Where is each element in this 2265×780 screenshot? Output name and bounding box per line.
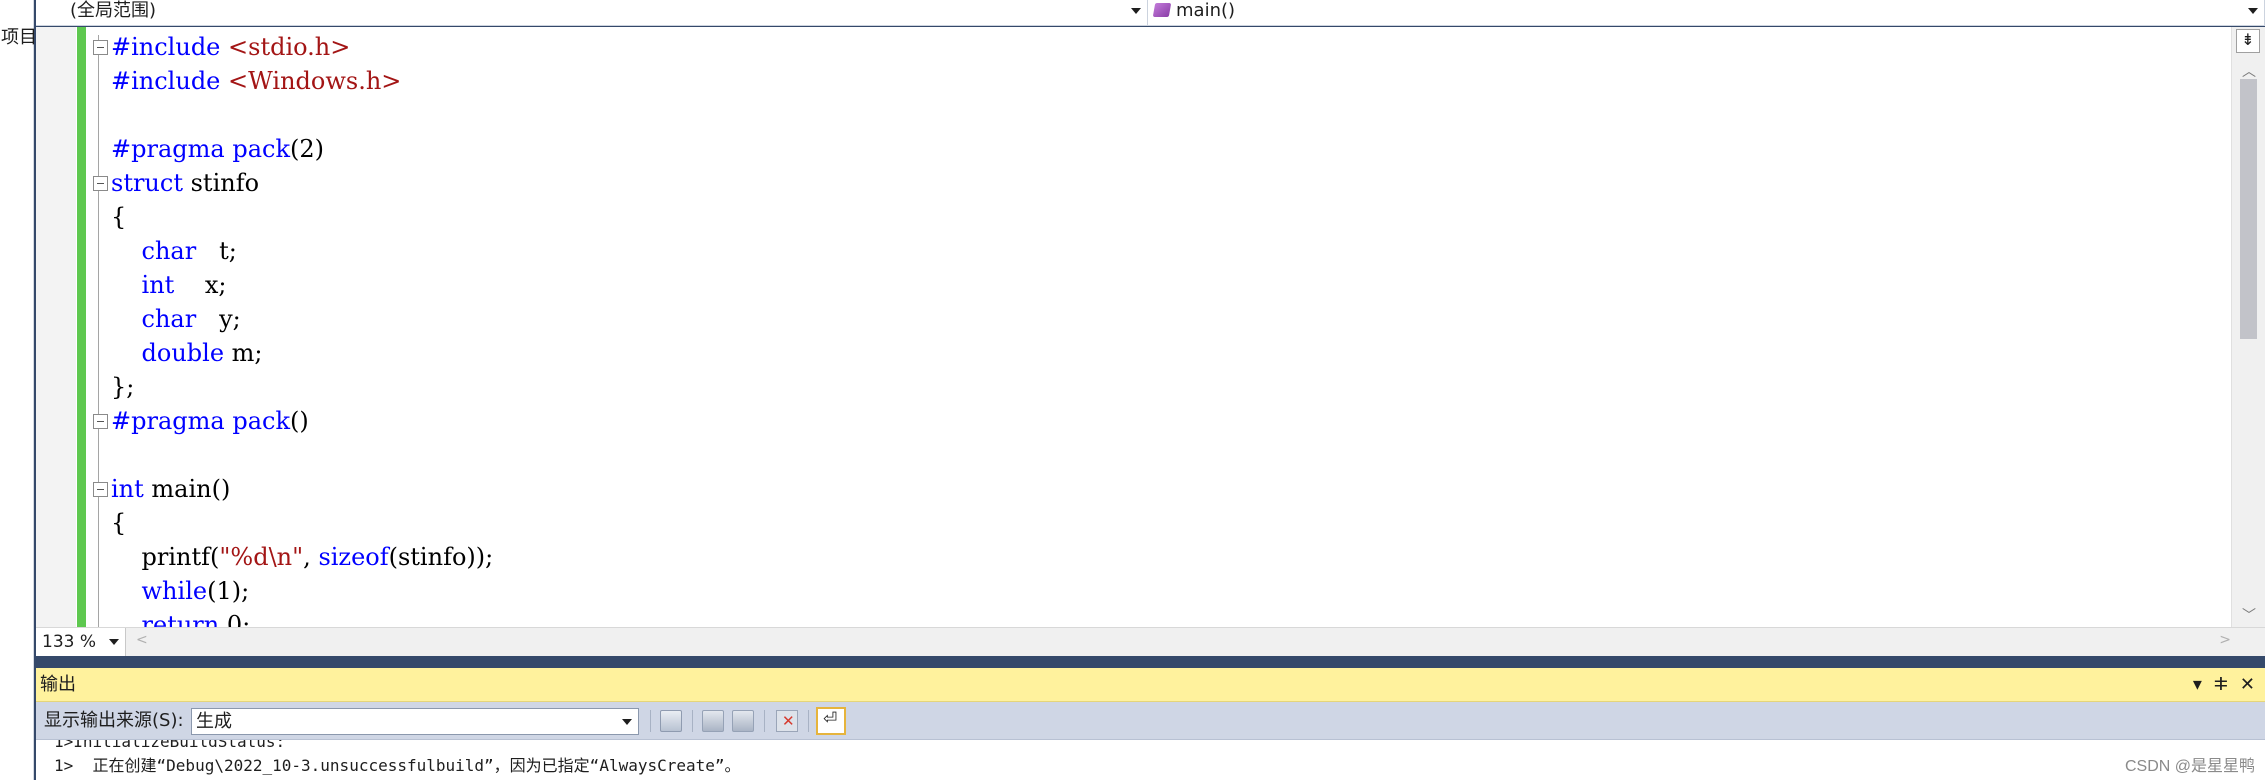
code-line: { (111, 203, 127, 231)
include-path: <stdio.h> (228, 33, 351, 61)
code-line: struct stinfo (93, 166, 2229, 200)
solution-explorer-strip: 项目 (0, 0, 34, 780)
method-icon (1152, 3, 1172, 17)
split-window-button[interactable]: ⇟ (2236, 29, 2260, 53)
collapse-icon[interactable] (93, 176, 108, 191)
indicator-margin (36, 27, 76, 634)
editor-status-bar: 133 % < > (36, 627, 2265, 656)
collapse-icon[interactable] (93, 414, 108, 429)
member-dropdown[interactable]: main() (1148, 0, 2265, 25)
next-message-icon[interactable] (732, 710, 754, 732)
scroll-down-icon[interactable]: ﹀ (2242, 605, 2256, 625)
include-path: <Windows.h> (228, 67, 402, 95)
output-line: 1>InitializeBuildStatus: (54, 740, 286, 751)
previous-message-icon[interactable] (702, 710, 724, 732)
output-title-bar[interactable]: 输出 ▾ ⵐ ✕ (36, 668, 2265, 702)
collapse-icon[interactable] (93, 40, 108, 55)
code-line: char y; (141, 305, 241, 333)
output-source-dropdown[interactable]: 生成 (191, 708, 639, 735)
code-line: }; (111, 373, 135, 401)
code-line: #pragma pack(2) (111, 135, 324, 163)
toolbar-separator (692, 710, 693, 732)
toolbar-separator (808, 710, 809, 732)
solution-explorer-tab[interactable]: 项目 (0, 24, 34, 52)
output-toolbar: 显示输出来源(S): 生成 (36, 702, 2265, 740)
scroll-right-icon[interactable]: > (2219, 632, 2231, 648)
code-line: { (111, 509, 127, 537)
pin-icon[interactable]: ⵐ (2214, 668, 2228, 702)
code-line: #include <stdio.h> (93, 30, 2229, 64)
chevron-down-icon (2248, 8, 2258, 14)
watermark: CSDN @是星星鸭 (2124, 758, 2255, 775)
find-message-icon[interactable] (660, 710, 682, 732)
code-line: int x; (141, 271, 227, 299)
code-line: #include <Windows.h> (111, 67, 402, 95)
outline-guide (98, 35, 99, 634)
scroll-up-icon[interactable]: ︿ (2242, 61, 2256, 81)
chevron-down-icon (109, 639, 119, 645)
output-title: 输出 (40, 674, 76, 695)
vertical-scrollbar[interactable]: ⇟ ︿ ﹀ (2231, 27, 2265, 634)
code-line: printf("%d\n", sizeof(stinfo)); (111, 543, 494, 571)
code-line: #pragma pack() (93, 404, 2229, 438)
output-source-label: 显示输出来源(S): (44, 710, 184, 731)
output-text-area[interactable]: 1>InitializeBuildStatus: 1> 正在创建“Debug\2… (36, 740, 2265, 780)
navigation-bar: (全局范围) main() (36, 0, 2265, 26)
code-line: char t; (141, 237, 237, 265)
output-source-value: 生成 (196, 711, 232, 732)
collapse-icon[interactable] (93, 482, 108, 497)
toolbar-separator (650, 710, 651, 732)
clear-all-icon[interactable] (776, 710, 798, 732)
output-line: 1> 正在创建“Debug\2022_10-3.unsuccessfulbuil… (54, 756, 741, 775)
toolbar-separator (764, 710, 765, 732)
window-position-icon[interactable]: ▾ (2193, 668, 2202, 702)
scope-dropdown[interactable]: (全局范围) (36, 0, 1148, 25)
zoom-level: 133 % (42, 632, 97, 652)
output-window: 输出 ▾ ⵐ ✕ 显示输出来源(S): 生成 1>InitializeBuild… (36, 668, 2265, 780)
close-icon[interactable]: ✕ (2240, 668, 2255, 702)
change-tracking-bar (77, 27, 86, 634)
chevron-down-icon (1131, 8, 1141, 14)
code-text-area[interactable]: #include <stdio.h> #include <Windows.h> … (93, 30, 2229, 634)
code-line: while(1); (141, 577, 250, 605)
split-icon: ⇟ (2241, 30, 2255, 49)
scope-dropdown-label: (全局范围) (70, 0, 157, 21)
code-editor[interactable]: #include <stdio.h> #include <Windows.h> … (36, 27, 2265, 634)
chevron-down-icon (622, 719, 632, 725)
scrollbar-thumb[interactable] (2240, 79, 2257, 339)
code-line: int main() (93, 472, 2229, 506)
code-line: double m; (141, 339, 263, 367)
output-title-buttons: ▾ ⵐ ✕ (2193, 668, 2255, 702)
member-dropdown-label: main() (1176, 0, 1236, 21)
scroll-left-icon[interactable]: < (136, 632, 148, 648)
word-wrap-toggle-icon[interactable] (816, 707, 846, 735)
zoom-dropdown[interactable]: 133 % (36, 628, 126, 656)
